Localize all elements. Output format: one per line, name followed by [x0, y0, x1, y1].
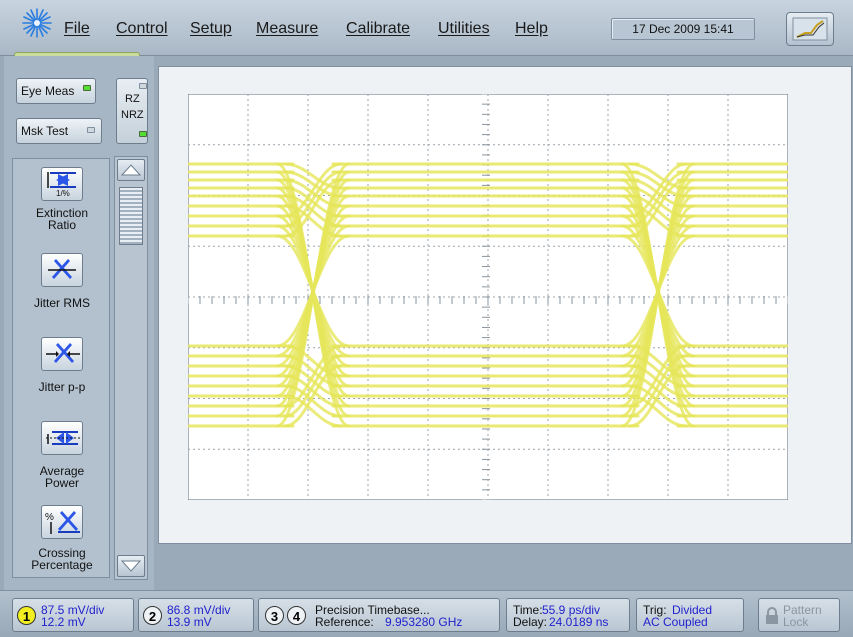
jitter-pp-button[interactable]: Jitter p-p: [13, 337, 109, 399]
left-panel: Eye Meas Msk Test RZ NRZ 1/% Extinction R…: [4, 56, 154, 594]
average-power-label: Average Power: [39, 464, 85, 490]
delay-value: 24.0189 ns: [549, 615, 609, 629]
channel-4-badge[interactable]: 4: [287, 606, 306, 625]
timebase-status[interactable]: 3 4 Precision Timebase... Reference: 9.9…: [258, 598, 500, 632]
msk-test-led-icon: [87, 127, 95, 133]
chevron-up-icon: [120, 164, 142, 176]
chevron-down-icon: [120, 560, 142, 572]
eye-meas-button[interactable]: Eye Meas: [16, 78, 96, 104]
jitter-rms-button[interactable]: Jitter RMS: [13, 253, 109, 315]
channel-2-offset: 13.9 mV: [167, 615, 212, 629]
channel-2-status[interactable]: 2 86.8 mV/div 13.9 mV: [138, 598, 254, 632]
channel-1-status[interactable]: 1 87.5 mV/div 12.2 mV: [12, 598, 134, 632]
channel-1-offset: 12.2 mV: [41, 615, 86, 629]
nrz-label: NRZ: [121, 109, 144, 121]
extinction-ratio-button[interactable]: 1/% Extinction Ratio: [13, 167, 109, 249]
menu-measure[interactable]: Measure: [256, 20, 318, 38]
menu-bar: File Control Setup Measure Calibrate Uti…: [0, 0, 853, 56]
channel-2-badge: 2: [143, 606, 162, 625]
channel-1-badge: 1: [17, 606, 36, 625]
trigger-status[interactable]: Trig: Divided AC Coupled: [636, 598, 744, 632]
rz-nrz-toggle[interactable]: RZ NRZ: [116, 78, 148, 144]
jitter-rms-label: Jitter RMS: [33, 296, 90, 310]
horizontal-status[interactable]: Time: 55.9 ps/div Delay: 24.0189 ns: [506, 598, 630, 632]
timebase-ref-label: Reference:: [315, 615, 374, 629]
average-power-button[interactable]: Average Power: [13, 421, 109, 495]
date-time-display: 17 Dec 2009 15:41: [611, 18, 755, 40]
agilent-logo-icon: [22, 8, 52, 38]
trig-coupling: AC Coupled: [643, 615, 708, 629]
display-toggle-button[interactable]: [786, 12, 834, 46]
scroll-thumb[interactable]: [119, 187, 143, 245]
waveform-icon: [792, 17, 828, 41]
channel-3-badge[interactable]: 3: [265, 606, 284, 625]
scroll-up-button[interactable]: [117, 159, 145, 181]
menu-utilities[interactable]: Utilities: [438, 20, 490, 38]
msk-test-label: Msk Test: [21, 124, 69, 138]
eye-meas-led-icon: [83, 85, 91, 91]
measurement-scrollbar[interactable]: [114, 156, 148, 580]
menu-help[interactable]: Help: [515, 20, 548, 38]
crossing-percentage-label: Crossing Percentage: [31, 546, 93, 572]
jitter-pp-label: Jitter p-p: [38, 380, 86, 394]
extinction-ratio-label: Extinction Ratio: [35, 206, 89, 232]
crossing-percentage-icon: %: [41, 505, 83, 539]
msk-test-button[interactable]: Msk Test: [16, 118, 102, 144]
nrz-led-icon: [139, 131, 147, 137]
rz-label: RZ: [125, 93, 140, 105]
average-power-icon: [41, 421, 83, 455]
lock-icon: [766, 607, 778, 624]
pattern-lock-line2: Lock: [783, 615, 809, 629]
scroll-down-button[interactable]: [117, 555, 145, 577]
svg-text:%: %: [45, 512, 54, 523]
jitter-rms-icon: [41, 253, 83, 287]
status-bar: 1 87.5 mV/div 12.2 mV 2 86.8 mV/div 13.9…: [0, 590, 853, 637]
timebase-ref-value: 9.953280 GHz: [385, 615, 463, 629]
measurement-list: 1/% Extinction Ratio Jitter RMS Jitter p…: [12, 158, 110, 578]
eye-meas-label: Eye Meas: [21, 84, 75, 98]
crossing-percentage-button[interactable]: % Crossing Percentage: [13, 505, 109, 577]
extinction-ratio-icon: 1/%: [41, 167, 83, 201]
menu-file[interactable]: File: [64, 20, 90, 38]
rz-led-icon: [139, 83, 147, 89]
jitter-pp-icon: [41, 337, 83, 371]
eye-diagram[interactable]: [188, 94, 788, 500]
menu-control[interactable]: Control: [116, 20, 168, 38]
menu-setup[interactable]: Setup: [190, 20, 232, 38]
delay-label: Delay:: [513, 615, 548, 629]
pattern-lock-button[interactable]: Pattern Lock: [758, 598, 840, 632]
menu-calibrate[interactable]: Calibrate: [346, 20, 410, 38]
extinction-sub-label: 1/%: [56, 189, 70, 198]
